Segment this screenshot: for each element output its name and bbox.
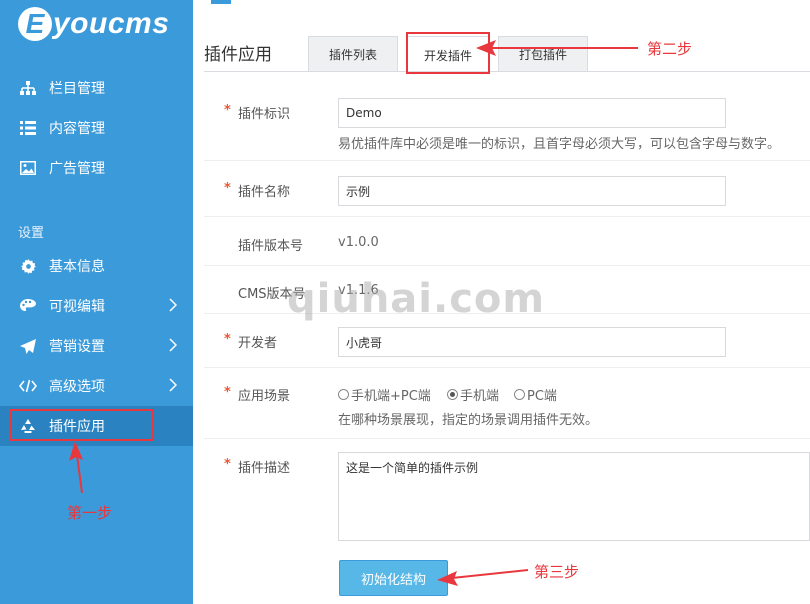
row-divider [204, 367, 810, 368]
palette-icon [18, 298, 38, 314]
required-star: * [224, 181, 231, 196]
logo-text: youcms [53, 7, 170, 40]
scene-radio-pc[interactable]: PC端 [514, 385, 557, 404]
developer-input[interactable]: 小虎哥 [338, 327, 726, 357]
scene-hint: 在哪种场景展现，指定的场景调用插件无效。 [338, 413, 599, 428]
chevron-right-icon [169, 378, 178, 396]
gear-icon [18, 258, 38, 274]
sidebar-item-basic-info[interactable]: 基本信息 [0, 246, 193, 286]
tab-plugin-list[interactable]: 插件列表 [308, 36, 398, 72]
plugin-id-hint: 易优插件库中必须是唯一的标识，且首字母必须大写，可以包含字母与数字。 [338, 137, 781, 152]
scene-radio-all[interactable]: 手机端+PC端 [338, 385, 431, 404]
sidebar-item-ads[interactable]: 广告管理 [0, 148, 193, 188]
sidebar-item-label: 高级选项 [49, 379, 105, 395]
developer-label: 开发者 [238, 336, 278, 351]
send-icon [18, 338, 38, 354]
radio-label: PC端 [527, 389, 557, 404]
annotation-step1-text: 第一步 [67, 504, 113, 522]
sidebar-item-columns[interactable]: 栏目管理 [0, 68, 193, 108]
radio-indicator[interactable] [514, 389, 525, 400]
plugin-name-input[interactable]: 示例 [338, 176, 726, 206]
sidebar-item-label: 广告管理 [49, 161, 105, 177]
required-star: * [224, 332, 231, 347]
sidebar-item-marketing[interactable]: 营销设置 [0, 326, 193, 366]
page-title: 插件应用 [204, 45, 272, 65]
init-structure-button[interactable]: 初始化结构 [339, 560, 448, 596]
sidebar-item-label: 可视编辑 [49, 299, 105, 315]
plugin-name-label: 插件名称 [238, 185, 291, 200]
chevron-right-icon [169, 298, 178, 316]
row-divider [204, 160, 810, 161]
sidebar-item-content[interactable]: 内容管理 [0, 108, 193, 148]
radio-label: 手机端+PC端 [351, 389, 431, 404]
description-textarea[interactable]: 这是一个简单的插件示例 [338, 452, 810, 541]
plugin-id-label: 插件标识 [238, 107, 291, 122]
annotation-step2-text: 第二步 [647, 40, 693, 58]
sidebar-item-label: 营销设置 [49, 339, 105, 355]
row-divider [204, 438, 810, 439]
annotation-highlight-sidebar [10, 409, 154, 441]
radio-indicator-selected[interactable] [447, 389, 458, 400]
description-label: 插件描述 [238, 461, 291, 476]
radio-label: 手机端 [460, 389, 500, 404]
plugin-version-label: 插件版本号 [238, 239, 304, 254]
required-star: * [224, 385, 231, 400]
radio-indicator[interactable] [338, 389, 349, 400]
tab-package-plugin[interactable]: 打包插件 [498, 36, 588, 72]
sitemap-icon [18, 80, 38, 96]
sidebar-item-label: 内容管理 [49, 121, 105, 137]
chevron-right-icon [169, 338, 178, 356]
row-divider [204, 216, 810, 217]
top-accent-bar [211, 0, 231, 4]
row-divider [204, 265, 810, 266]
scene-label: 应用场景 [238, 389, 291, 404]
watermark: qiuhai.com [287, 276, 546, 322]
required-star: * [224, 103, 231, 118]
code-icon [18, 378, 38, 394]
image-icon [18, 160, 38, 176]
annotation-step3-text: 第三步 [534, 563, 580, 581]
logo[interactable]: E youcms [18, 4, 169, 44]
required-star: * [224, 457, 231, 472]
sidebar-item-advanced[interactable]: 高级选项 [0, 366, 193, 406]
sidebar-item-label: 栏目管理 [49, 81, 105, 97]
sidebar-item-visual-edit[interactable]: 可视编辑 [0, 286, 193, 326]
scene-radio-mobile[interactable]: 手机端 [447, 385, 499, 404]
tab-divider [204, 71, 810, 72]
list-icon [18, 120, 38, 136]
annotation-highlight-tab [406, 32, 490, 74]
sidebar-item-label: 基本信息 [49, 259, 105, 275]
plugin-version-value: v1.0.0 [338, 235, 379, 250]
plugin-id-input[interactable]: Demo [338, 98, 726, 128]
settings-section-label: 设置 [18, 226, 45, 241]
logo-mark: E [18, 7, 52, 41]
